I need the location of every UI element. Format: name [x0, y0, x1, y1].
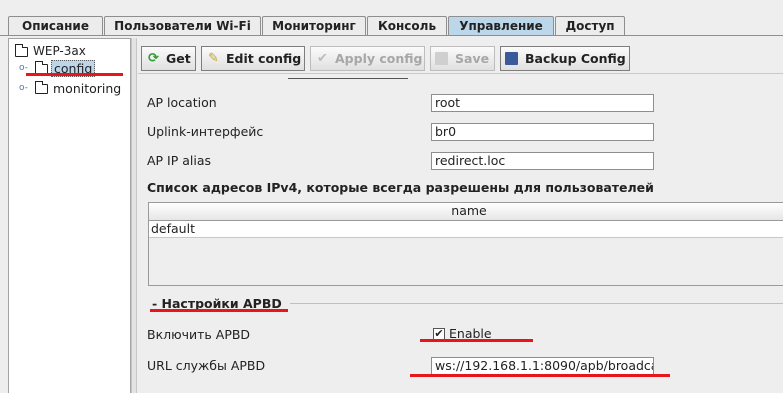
ap-location-field[interactable]: root — [431, 94, 654, 112]
tab-wifi-users[interactable]: Пользователи Wi-Fi — [104, 16, 261, 36]
save-icon — [435, 52, 448, 65]
tab-description[interactable]: Описание — [8, 16, 103, 36]
tab-monitoring[interactable]: Мониторинг — [262, 16, 366, 36]
tab-console[interactable]: Консоль — [367, 16, 447, 36]
section-divider — [290, 303, 783, 304]
apply-config-button[interactable]: ✔ Apply config — [310, 46, 425, 71]
edit-config-button[interactable]: ✎ Edit config — [201, 46, 305, 71]
get-button[interactable]: ⟳ Get — [141, 46, 196, 71]
table-row[interactable]: default — [149, 221, 783, 238]
apbd-enable-label: Включить APBD — [147, 327, 251, 342]
panel-splitter[interactable] — [131, 38, 137, 393]
annotation-underline — [410, 374, 670, 377]
backup-config-label: Backup Config — [525, 51, 626, 66]
check-icon: ✔ — [317, 51, 328, 66]
section-border — [288, 78, 408, 79]
config-form: AP location root Uplink-интерфейс br0 AP… — [138, 75, 783, 393]
tree-handle-icon[interactable]: o- — [19, 63, 28, 73]
refresh-icon: ⟳ — [148, 51, 159, 66]
apbd-url-label: URL службы APBD — [147, 358, 266, 373]
get-button-label: Get — [166, 51, 191, 66]
annotation-underline — [150, 309, 288, 312]
save-button[interactable]: Save — [430, 46, 495, 71]
folder-icon — [15, 44, 28, 57]
apbd-url-field[interactable]: ws://192.168.1.1:8090/apb/broadca — [431, 357, 654, 375]
toolbar: ⟳ Get ✎ Edit config ✔ Apply config Save … — [138, 40, 783, 74]
annotation-underline — [420, 339, 533, 342]
tree-handle-icon[interactable]: o- — [19, 83, 28, 93]
device-tree[interactable]: WEP-3ax o- config o- monitoring — [8, 38, 131, 393]
ipv4-whitelist-table[interactable]: name default — [148, 202, 783, 286]
backup-config-button[interactable]: Backup Config — [500, 46, 630, 71]
save-label: Save — [455, 51, 490, 66]
pencil-icon: ✎ — [208, 51, 219, 66]
folder-icon — [35, 81, 48, 94]
ipv4-whitelist-header: Список адресов IPv4, которые всегда разр… — [147, 180, 654, 195]
tree-item-monitoring-label: monitoring — [53, 81, 122, 96]
tab-divider — [0, 35, 783, 36]
floppy-disk-icon — [505, 52, 518, 65]
tree-root-label: WEP-3ax — [33, 44, 86, 58]
ap-ip-alias-field[interactable]: redirect.loc — [431, 152, 654, 170]
tab-bar: Описание Пользователи Wi-Fi Мониторинг К… — [0, 0, 783, 36]
table-header-name[interactable]: name — [149, 203, 783, 221]
annotation-underline — [26, 73, 123, 76]
uplink-label: Uplink-интерфейс — [147, 124, 264, 139]
tab-access[interactable]: Доступ — [555, 16, 625, 36]
ap-location-label: AP location — [147, 95, 217, 110]
tab-management[interactable]: Управление — [448, 16, 554, 36]
uplink-field[interactable]: br0 — [431, 123, 654, 141]
ap-ip-alias-label: AP IP alias — [147, 153, 212, 168]
edit-config-label: Edit config — [226, 51, 302, 66]
apply-config-label: Apply config — [335, 51, 423, 66]
